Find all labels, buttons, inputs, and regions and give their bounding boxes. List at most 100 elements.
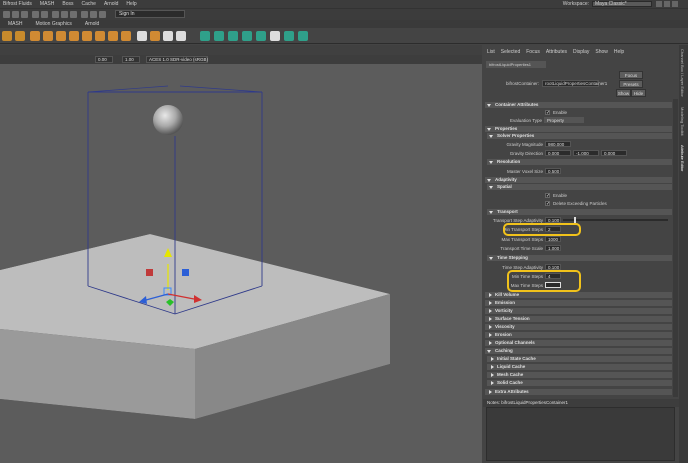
shelf-tool-icon[interactable] [108,31,118,41]
shelf-tool-icon[interactable] [256,31,266,41]
section-erosion[interactable]: Erosion [485,332,672,338]
menu-arnold[interactable]: Arnold [104,1,118,7]
section-solid-cache[interactable]: Solid Cache [487,380,672,386]
side-tab-modeling-toolkit[interactable]: Modeling Toolkit [680,107,685,136]
shelf-tool-icon[interactable] [176,31,186,41]
ae-menu-attributes[interactable]: Attributes [546,49,567,55]
section-viscosity[interactable]: Viscosity [485,324,672,330]
shelf-tool-icon[interactable] [15,31,25,41]
gravity-direction-x[interactable]: 0.000 [545,150,571,156]
undo-icon[interactable] [32,11,39,18]
menu-mash[interactable]: MASH [40,1,54,7]
shelf-tool-icon[interactable] [43,31,53,41]
presets-button[interactable]: Presets [619,80,643,88]
notes-textarea[interactable] [486,407,675,461]
ae-scrollbar[interactable] [673,99,678,397]
shelf-tab-arnold[interactable]: Arnold [85,21,99,27]
shelf-tool-icon[interactable] [82,31,92,41]
shelf-tool-icon[interactable] [298,31,308,41]
delete-exceeding-checkbox[interactable]: ✓ [545,201,550,207]
focus-button[interactable]: Focus [619,71,643,79]
max-transport-steps-field[interactable]: 1000 [545,236,561,242]
spatial-enable-checkbox[interactable]: ✓ [545,193,550,199]
menu-boss[interactable]: Boss [62,1,73,7]
enable-checkbox[interactable]: ✓ [545,110,550,116]
section-time-stepping[interactable]: Time Stepping [487,255,672,261]
shelf-tool-icon[interactable] [270,31,280,41]
show-button[interactable]: Show [616,89,631,97]
shelf-tool-icon[interactable] [2,31,12,41]
section-optional-channels[interactable]: Optional Channels [485,340,672,346]
menu-bifrost-fluids[interactable]: Bifrost Fluids [3,1,32,7]
ae-menu-help[interactable]: Help [614,49,624,55]
section-adaptivity[interactable]: Adaptivity [485,177,672,183]
ae-menu-show[interactable]: Show [595,49,608,55]
gravity-direction-z[interactable]: 0.000 [601,150,627,156]
section-mesh-cache[interactable]: Mesh Cache [487,372,672,378]
snap-curve-icon[interactable] [90,11,97,18]
ae-menu-selected[interactable]: Selected [501,49,520,55]
shelf-tool-icon[interactable] [163,31,173,41]
transport-time-scale-field[interactable]: 1.000 [545,245,561,251]
layout-icon[interactable] [656,1,662,7]
section-resolution[interactable]: Resolution [487,159,672,165]
shelf-tool-icon[interactable] [56,31,66,41]
sign-in-dropdown[interactable]: Sign In [115,10,185,18]
section-solver-properties[interactable]: Solver Properties [487,133,672,139]
section-properties[interactable]: Properties [485,126,672,132]
3d-viewport[interactable] [0,64,482,463]
gravity-direction-y[interactable]: -1.000 [573,150,599,156]
workspace-dropdown[interactable]: Maya Classic* [592,1,652,7]
menu-help[interactable]: Help [126,1,136,7]
select-hierarchy-icon[interactable] [52,11,59,18]
ae-menu-display[interactable]: Display [573,49,589,55]
section-extra-attributes[interactable]: Extra Attributes [485,389,672,395]
save-scene-icon[interactable] [21,11,28,18]
shelf-tool-icon[interactable] [214,31,224,41]
gravity-magnitude-field[interactable]: 980.000 [545,141,571,147]
new-scene-icon[interactable] [3,11,10,18]
shelf-tool-icon[interactable] [137,31,147,41]
side-tab-attribute-editor[interactable]: Attribute Editor [680,145,685,171]
shelf-tab-mash[interactable]: MASH [8,21,22,27]
shelf-tool-icon[interactable] [242,31,252,41]
open-scene-icon[interactable] [12,11,19,18]
viewport-field-2[interactable]: 1.00 [122,56,140,63]
shelf-tool-icon[interactable] [69,31,79,41]
shelf-tool-icon[interactable] [121,31,131,41]
snap-point-icon[interactable] [99,11,106,18]
shelf-tool-icon[interactable] [95,31,105,41]
colorspace-dropdown[interactable]: ACES 1.0 SDR-video (sRGB) [146,56,208,63]
shelf-tab-motion-graphics[interactable]: Motion Graphics [35,21,71,27]
node-name-field[interactable]: rootLiquidPropertiesContainer1 [542,80,607,87]
select-component-icon[interactable] [70,11,77,18]
shelf-tool-icon[interactable] [200,31,210,41]
voxel-size-field[interactable]: 0.500 [545,168,561,174]
side-tab-channel-box[interactable]: Channel Box / Layer Editor [680,49,685,97]
section-transport[interactable]: Transport [487,209,672,215]
transport-step-adaptivity-slider[interactable] [563,217,668,223]
lock-icon[interactable] [672,1,678,7]
viewport-field-1[interactable]: 0.00 [95,56,113,63]
ae-menu-list[interactable]: List [487,49,495,55]
section-caching[interactable]: Caching [485,348,672,354]
shelf-tool-icon[interactable] [228,31,238,41]
section-container-attributes[interactable]: Container Attributes [485,102,672,108]
shelf-tool-icon[interactable] [30,31,40,41]
select-object-icon[interactable] [61,11,68,18]
redo-icon[interactable] [41,11,48,18]
shelf-tool-icon[interactable] [284,31,294,41]
ae-node-tab[interactable]: bifrostLiquidProperties1 [486,61,546,68]
ae-menu-focus[interactable]: Focus [526,49,540,55]
hide-button[interactable]: Hide [631,89,646,97]
snap-grid-icon[interactable] [81,11,88,18]
eval-type-dropdown[interactable]: Property [544,117,584,123]
section-initial-state-cache[interactable]: Initial State Cache [487,356,672,362]
section-liquid-cache[interactable]: Liquid Cache [487,364,672,370]
section-emission[interactable]: Emission [485,300,672,306]
menu-cache[interactable]: Cache [81,1,95,7]
section-spatial[interactable]: Spatial [487,184,672,190]
section-kill-volume[interactable]: Kill Volume [485,292,672,298]
settings-icon[interactable] [664,1,670,7]
section-vorticity[interactable]: Vorticity [485,308,672,314]
